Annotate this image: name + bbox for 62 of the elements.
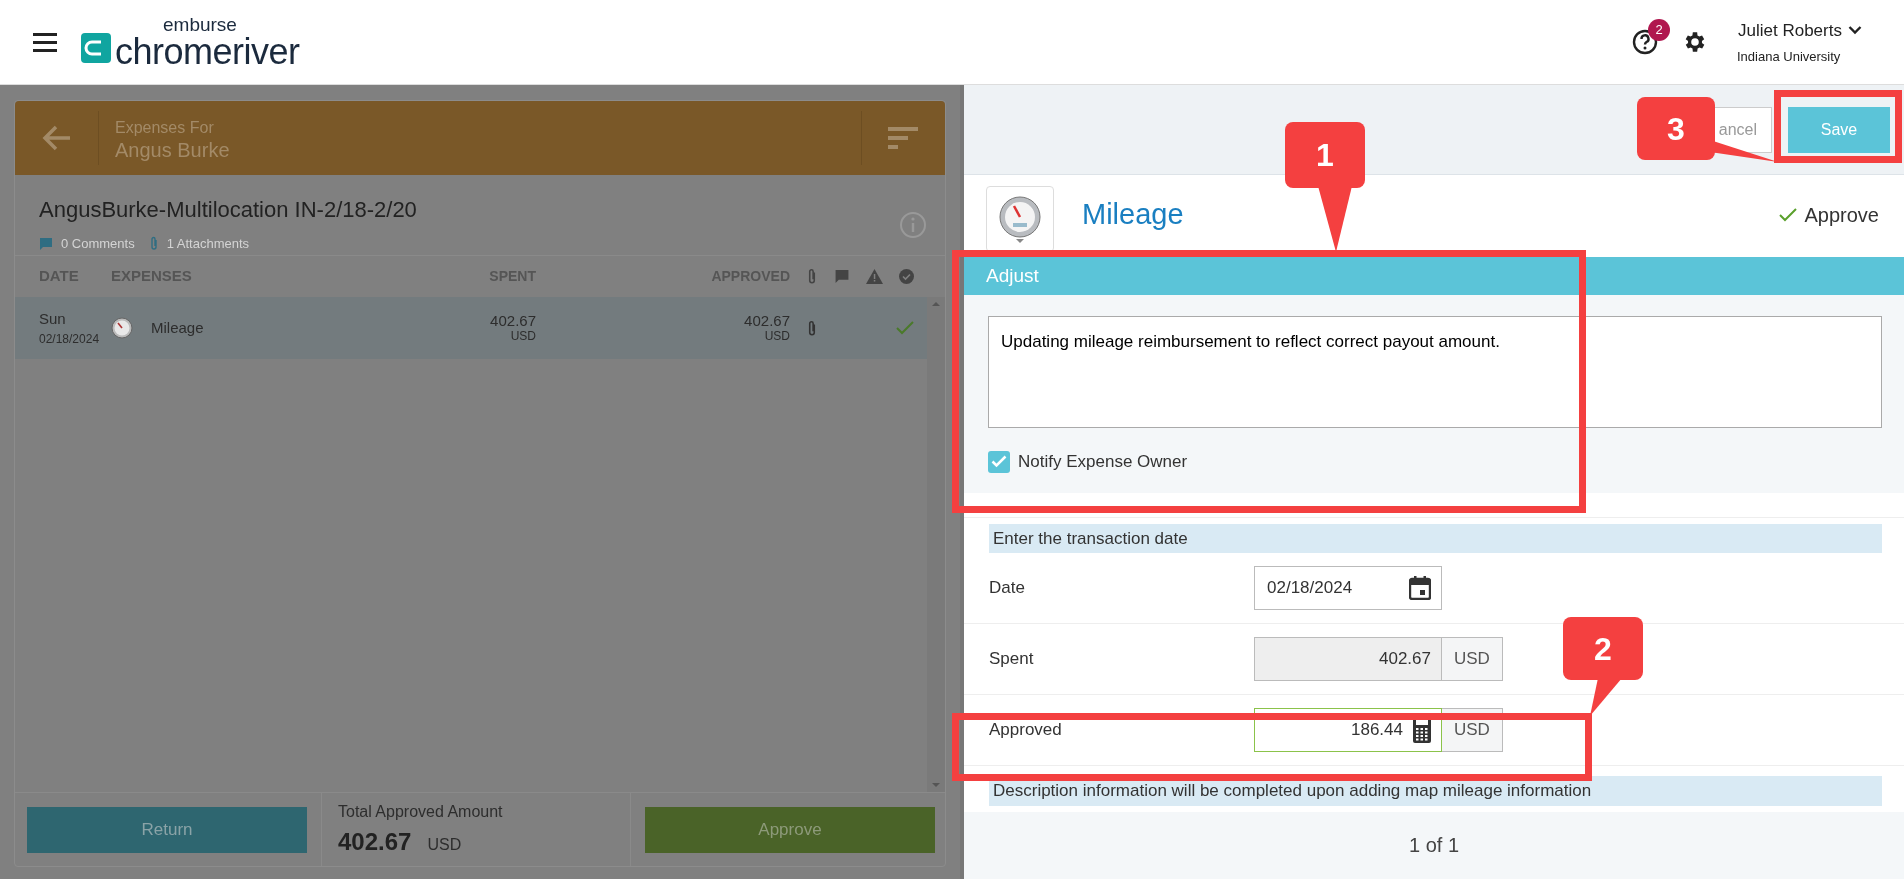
callout-pointer <box>1318 186 1352 252</box>
calendar-icon[interactable] <box>1409 576 1431 600</box>
expenses-for-label: Expenses For <box>115 118 215 138</box>
currency-code: USD <box>763 329 790 343</box>
paperclip-icon[interactable] <box>806 319 818 337</box>
notification-badge: 2 <box>1648 19 1670 41</box>
spent-amount-field: 402.67 <box>1254 637 1442 681</box>
comment-field[interactable]: Updating mileage reimbursement to reflect correct payout amount. <box>988 316 1882 428</box>
comment-icon <box>834 269 850 284</box>
date-hint: Enter the transaction date <box>989 523 1882 553</box>
date-field[interactable]: 02/18/2024 <box>1254 566 1442 610</box>
approved-amount: 402.67 <box>743 313 790 330</box>
return-button[interactable]: Return <box>27 806 307 853</box>
menu-icon[interactable] <box>33 32 59 52</box>
approved-amount-field[interactable]: 186.44 <box>1254 708 1442 752</box>
notify-label: Notify Expense Owner <box>1018 451 1188 473</box>
notify-checkbox[interactable] <box>988 450 1010 473</box>
brand-name: chromeriver <box>115 33 300 70</box>
info-icon[interactable] <box>899 211 927 239</box>
field-label: Spent <box>989 648 1035 671</box>
organization-name: Indiana University <box>1737 48 1842 66</box>
attachments-count[interactable]: 1 Attachments <box>166 234 250 254</box>
day-name: Sun <box>39 308 67 329</box>
back-arrow-icon[interactable] <box>42 125 72 151</box>
pager-text: 1 of 1 <box>1408 833 1459 859</box>
paperclip-icon[interactable] <box>148 236 159 252</box>
field-label: Approved <box>989 719 1063 742</box>
check-circle-icon <box>899 269 914 284</box>
field-label: Date <box>989 577 1026 600</box>
speedometer-icon <box>998 195 1042 243</box>
report-title: AngusBurke-Multilocation IN-2/18-2/20 <box>39 196 418 224</box>
comments-count[interactable]: 0 Comments <box>61 234 135 254</box>
comment-icon[interactable] <box>39 236 53 251</box>
spent-amount: 402.67 <box>489 313 536 330</box>
sort-icon[interactable] <box>887 127 920 149</box>
expense-type-title: Mileage <box>1082 197 1184 233</box>
report-owner: Angus Burke <box>115 140 231 160</box>
chevron-down-icon[interactable] <box>1847 25 1862 36</box>
expense-row[interactable]: Sun 02/18/2024 Mileage 402.67 USD 402.67 USD <box>15 297 927 359</box>
approve-toggle[interactable]: Approve <box>1778 200 1879 230</box>
currency-code: USD <box>1442 637 1503 681</box>
total-label: Total Approved Amount <box>338 801 504 822</box>
currency-code: USD <box>509 329 536 343</box>
callout-number: 3 <box>1637 97 1715 160</box>
warning-icon <box>866 269 883 284</box>
user-name[interactable]: Juliet Roberts <box>1738 17 1842 43</box>
logo-icon <box>81 33 111 63</box>
currency-code: USD <box>427 834 462 855</box>
expense-name: Mileage <box>151 317 204 338</box>
expense-date: 02/18/2024 <box>39 331 101 349</box>
approve-label: Approve <box>1804 203 1879 228</box>
speedometer-icon <box>111 317 133 339</box>
brand-tagline: emburse <box>163 14 238 34</box>
save-button[interactable]: Save <box>1788 106 1890 153</box>
paperclip-icon <box>806 268 818 285</box>
callout-pointer <box>1590 678 1622 716</box>
total-amount: 402.67 <box>338 826 412 857</box>
checkmark-icon <box>1778 208 1797 222</box>
approve-button[interactable]: Approve <box>645 806 935 853</box>
adjust-header: Adjust <box>964 257 1904 295</box>
scrollbar[interactable] <box>927 297 945 792</box>
help-icon[interactable] <box>1632 29 1658 55</box>
